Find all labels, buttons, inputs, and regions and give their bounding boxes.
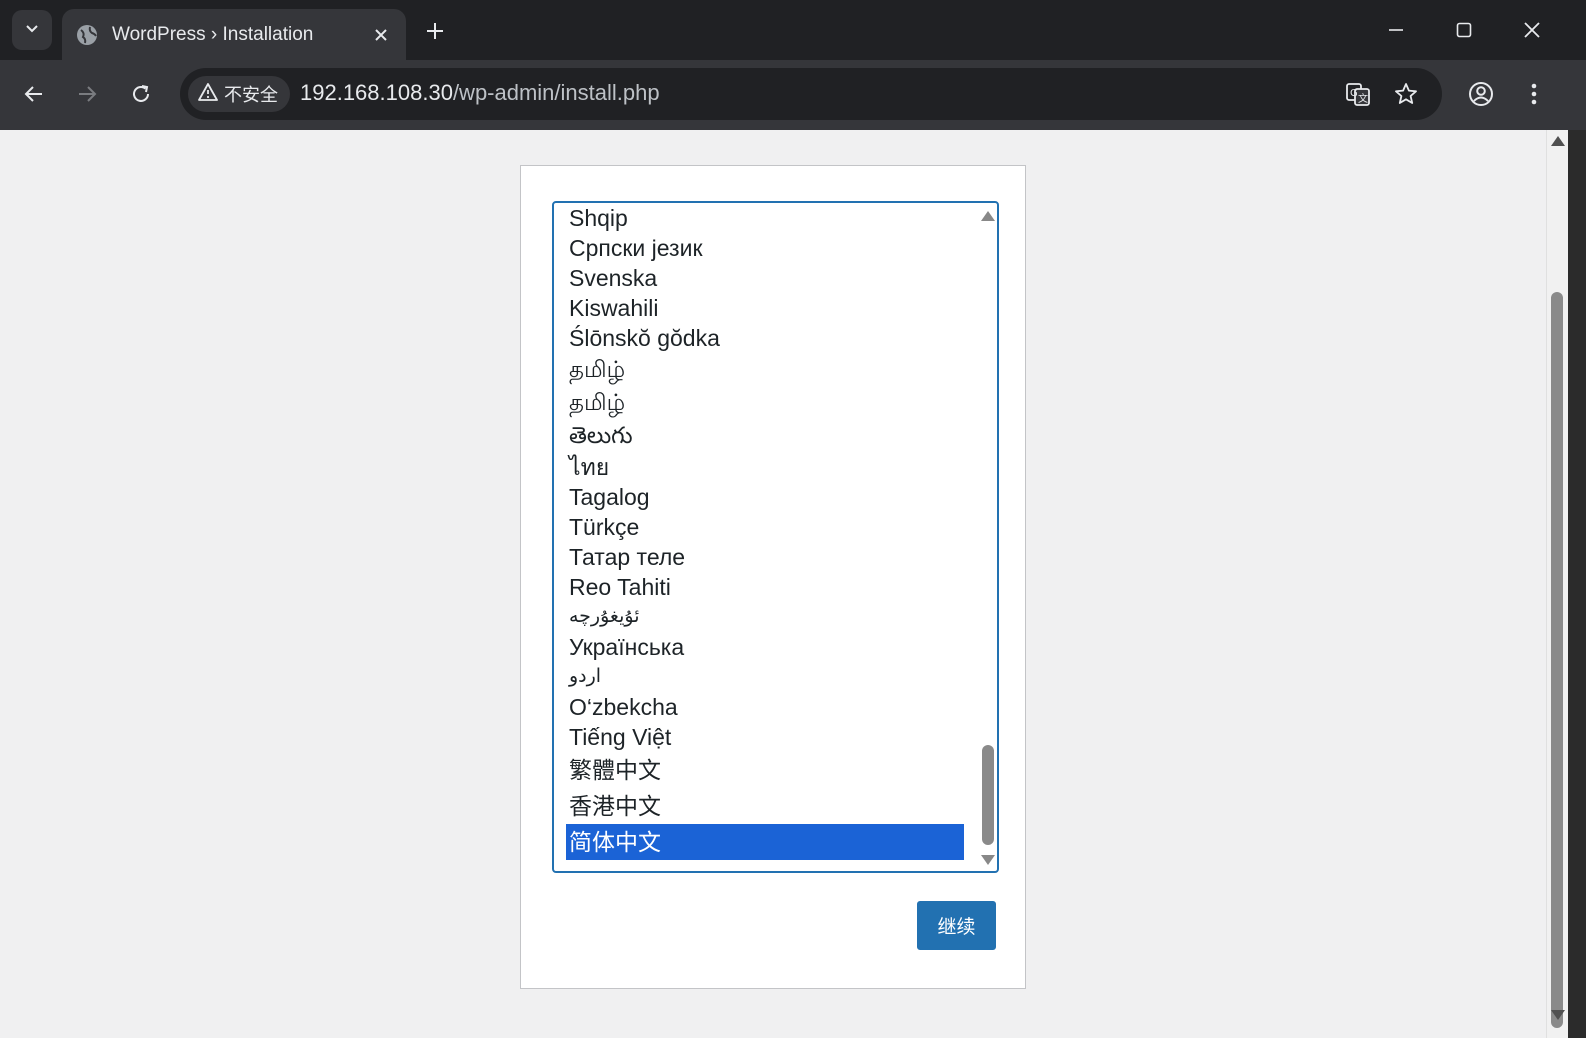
- language-option[interactable]: Українська: [566, 632, 964, 662]
- language-option[interactable]: తెలుగు: [566, 419, 964, 452]
- language-option[interactable]: தமிழ்: [566, 353, 964, 386]
- url-host: 192.168.108.30: [300, 80, 453, 105]
- url-text[interactable]: 192.168.108.30/wp-admin/install.php: [300, 80, 660, 106]
- tab-search-button[interactable]: [12, 10, 52, 50]
- language-option[interactable]: Türkçe: [566, 512, 964, 542]
- language-option[interactable]: Tiếng Việt: [566, 722, 964, 752]
- language-option[interactable]: Tagalog: [566, 482, 964, 512]
- page-scroll-up-icon[interactable]: [1551, 136, 1565, 146]
- scroll-down-arrow-icon[interactable]: [981, 855, 995, 865]
- language-option-selected[interactable]: 简体中文: [566, 824, 964, 860]
- language-option[interactable]: Kiswahili: [566, 293, 964, 323]
- forward-button[interactable]: [67, 74, 107, 114]
- page-scroll-down-icon[interactable]: [1551, 1010, 1565, 1020]
- browser-tab[interactable]: WordPress › Installation: [62, 9, 406, 60]
- language-option[interactable]: 繁體中文: [566, 752, 964, 788]
- language-option[interactable]: Reo Tahiti: [566, 572, 964, 602]
- close-tab-icon[interactable]: [366, 20, 396, 50]
- install-card: Shqip Српски језик Svenska Kiswahili Ślō…: [520, 165, 1026, 989]
- url-path: /wp-admin/install.php: [452, 80, 660, 105]
- profile-icon[interactable]: [1461, 74, 1501, 114]
- security-label: 不安全: [224, 85, 278, 105]
- bookmark-star-icon[interactable]: [1388, 76, 1424, 112]
- maximize-button[interactable]: [1434, 8, 1494, 52]
- menu-kebab-icon[interactable]: [1514, 74, 1554, 114]
- new-tab-button[interactable]: [418, 14, 452, 48]
- globe-icon: [76, 24, 98, 46]
- language-select[interactable]: Shqip Српски језик Svenska Kiswahili Ślō…: [552, 201, 999, 873]
- language-option[interactable]: Српски језик: [566, 233, 964, 263]
- language-option[interactable]: اردو: [566, 662, 964, 692]
- select-scrollbar[interactable]: [978, 203, 997, 871]
- language-options: Shqip Српски језик Svenska Kiswahili Ślō…: [566, 203, 964, 860]
- language-option[interactable]: O‘zbekcha: [566, 692, 964, 722]
- warning-icon: [198, 82, 218, 106]
- address-bar[interactable]: 不安全 192.168.108.30/wp-admin/install.php …: [180, 68, 1442, 120]
- language-option[interactable]: தமிழ்: [566, 386, 964, 419]
- window-edge: [1568, 130, 1586, 1038]
- select-scroll-thumb[interactable]: [982, 745, 994, 845]
- security-chip[interactable]: 不安全: [188, 76, 290, 112]
- chevron-down-icon: [23, 19, 41, 42]
- close-window-button[interactable]: [1502, 8, 1562, 52]
- tab-title: WordPress › Installation: [112, 23, 314, 45]
- scroll-up-arrow-icon[interactable]: [981, 211, 995, 221]
- page-viewport: Shqip Српски језик Svenska Kiswahili Ślō…: [0, 130, 1566, 1038]
- page-scrollbar[interactable]: [1546, 130, 1568, 1038]
- language-option[interactable]: ไทย: [566, 452, 964, 482]
- language-option[interactable]: Татар теле: [566, 542, 964, 572]
- tab-strip: WordPress › Installation: [0, 0, 1586, 60]
- continue-button[interactable]: 继续: [917, 901, 996, 950]
- browser-toolbar: 不安全 192.168.108.30/wp-admin/install.php …: [0, 60, 1586, 130]
- page-scroll-thumb[interactable]: [1551, 292, 1563, 1028]
- language-option[interactable]: Svenska: [566, 263, 964, 293]
- language-option[interactable]: Shqip: [566, 203, 964, 233]
- reload-button[interactable]: [121, 74, 161, 114]
- language-option[interactable]: 香港中文: [566, 788, 964, 824]
- back-button[interactable]: [14, 74, 54, 114]
- translate-icon[interactable]: G文: [1340, 76, 1376, 112]
- language-option[interactable]: ئۇيغۇرچە: [566, 602, 964, 632]
- language-option[interactable]: Ślōnskŏ gŏdka: [566, 323, 964, 353]
- svg-text:文: 文: [1358, 92, 1368, 105]
- svg-text:G: G: [1350, 88, 1358, 99]
- minimize-button[interactable]: [1366, 8, 1426, 52]
